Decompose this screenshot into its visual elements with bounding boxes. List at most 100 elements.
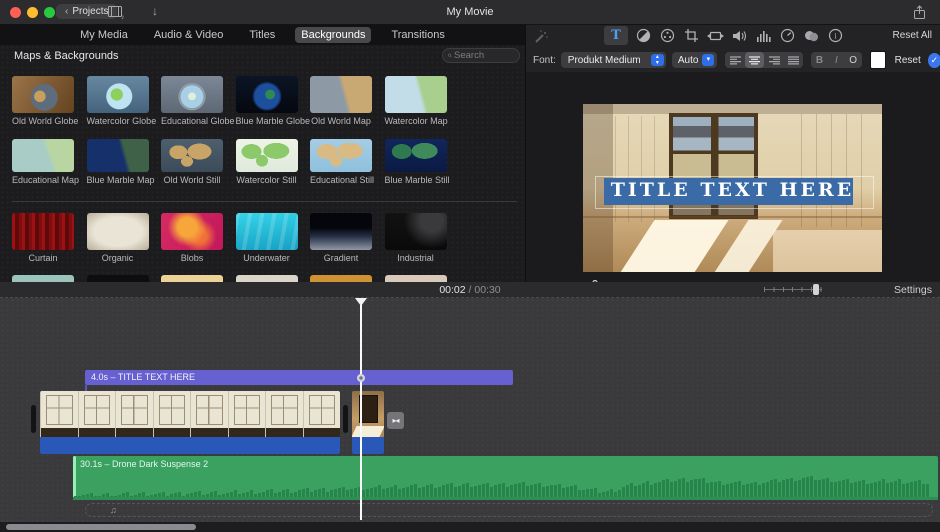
- background-thumb-old-world-map[interactable]: [310, 76, 372, 113]
- timeline[interactable]: 4.0s – TITLE TEXT HERE ▸◂ 30.1s – Drone …: [0, 298, 940, 532]
- crop-icon[interactable]: [683, 27, 700, 44]
- italic-button[interactable]: I: [828, 52, 845, 68]
- justify-button[interactable]: [784, 52, 803, 68]
- background-thumb-blue-marble-still[interactable]: [385, 139, 447, 172]
- viewer: TITLE TEXT HERE: [526, 72, 940, 282]
- background-item: Industrial: [385, 213, 447, 263]
- apply-check-button[interactable]: ✓: [928, 53, 940, 68]
- background-thumb-curtain[interactable]: [12, 213, 74, 250]
- tab-titles[interactable]: Titles: [243, 27, 281, 43]
- outline-button[interactable]: O: [845, 52, 862, 68]
- background-thumb-watercolor-globe[interactable]: [87, 76, 149, 113]
- background-thumb-old-world-globe[interactable]: [12, 76, 74, 113]
- share-icon[interactable]: [913, 5, 926, 20]
- tab-backgrounds[interactable]: Backgrounds: [295, 27, 371, 43]
- background-thumb-industrial[interactable]: [385, 213, 447, 250]
- align-left-button[interactable]: [725, 52, 744, 68]
- background-thumb[interactable]: [236, 275, 298, 282]
- bold-button[interactable]: B: [811, 52, 828, 68]
- background-thumb-label: Underwater: [236, 253, 298, 263]
- background-item: Old World Still: [161, 139, 223, 185]
- video-clip[interactable]: [352, 391, 384, 454]
- trim-handle-right[interactable]: [343, 405, 348, 433]
- background-thumb-watercolor-still[interactable]: [236, 139, 298, 172]
- background-thumb[interactable]: [385, 275, 447, 282]
- background-music-clip[interactable]: 30.1s – Drone Dark Suspense 2: [73, 456, 938, 500]
- background-thumb-blobs[interactable]: [161, 213, 223, 250]
- noise-reduction-icon[interactable]: [755, 27, 772, 44]
- tab-transitions[interactable]: Transitions: [385, 27, 450, 43]
- transition-icon[interactable]: ▸◂: [387, 412, 404, 429]
- background-thumb[interactable]: [12, 275, 74, 282]
- reset-button[interactable]: Reset: [895, 55, 921, 66]
- preview-video-frame[interactable]: TITLE TEXT HERE: [583, 104, 882, 272]
- background-thumb-educational-still[interactable]: [310, 139, 372, 172]
- text-color-swatch[interactable]: [870, 51, 886, 69]
- chevron-down-icon: ▾: [702, 54, 714, 66]
- info-icon[interactable]: i: [827, 27, 844, 44]
- stabilization-icon[interactable]: [707, 27, 724, 44]
- timeline-settings-button[interactable]: Settings: [894, 284, 932, 296]
- background-thumb-label: Blue Marble Still: [385, 175, 447, 185]
- scrollbar-thumb[interactable]: [6, 524, 196, 530]
- music-note-icon: ♫: [110, 505, 117, 515]
- background-item: Blue Marble Map: [87, 139, 149, 185]
- background-thumb-old-world-still[interactable]: [161, 139, 223, 172]
- background-thumb-gradient[interactable]: [310, 213, 372, 250]
- background-thumb-educational-map[interactable]: [12, 139, 74, 172]
- tab-audio-video[interactable]: Audio & Video: [148, 27, 230, 43]
- font-size-dropdown[interactable]: Auto▾: [672, 52, 718, 68]
- background-thumb-label: Watercolor Still: [236, 175, 298, 185]
- timeline-scrollbar[interactable]: [0, 522, 940, 532]
- volume-icon[interactable]: [731, 27, 748, 44]
- playhead-marker[interactable]: [355, 298, 367, 306]
- background-thumb-educational-globe[interactable]: [161, 76, 223, 113]
- titlebar: ‹Projects ♪ ↓ My Movie: [0, 0, 940, 25]
- title-clip[interactable]: 4.0s – TITLE TEXT HERE: [85, 370, 513, 385]
- title-settings-icon[interactable]: T: [604, 26, 628, 45]
- search-box[interactable]: [442, 48, 520, 63]
- enhance-wand-icon[interactable]: [533, 29, 549, 45]
- audio-waveform: [74, 473, 937, 497]
- clip-thumbnail: [78, 391, 116, 437]
- color-correction-icon[interactable]: [659, 27, 676, 44]
- stepper-icon: ▲▼: [651, 54, 664, 66]
- color-balance-icon[interactable]: [635, 27, 652, 44]
- background-thumb-blue-marble-globe[interactable]: [236, 76, 298, 113]
- trim-handle-left[interactable]: [31, 405, 36, 433]
- background-item: Blobs: [161, 213, 223, 263]
- background-thumb-blue-marble-map[interactable]: [87, 139, 149, 172]
- speed-icon[interactable]: [779, 27, 796, 44]
- playhead-line[interactable]: [360, 298, 362, 520]
- zoom-slider-handle[interactable]: [813, 284, 819, 295]
- wall-paneling: [801, 114, 876, 227]
- background-thumb-label: Industrial: [385, 253, 447, 263]
- background-thumb-label: Blue Marble Map: [87, 175, 149, 185]
- music-drop-zone[interactable]: ♫: [85, 503, 933, 517]
- audio-clip-label: 30.1s – Drone Dark Suspense 2: [80, 459, 938, 469]
- align-right-button[interactable]: [764, 52, 783, 68]
- background-thumb-underwater[interactable]: [236, 213, 298, 250]
- text-style-group: B I O: [811, 52, 861, 68]
- clip-thumbnail: [352, 391, 384, 437]
- background-thumb[interactable]: [87, 275, 149, 282]
- reset-all-button[interactable]: Reset All: [893, 30, 932, 41]
- filters-icon[interactable]: [803, 27, 820, 44]
- timeline-zoom-slider[interactable]: [764, 284, 822, 295]
- background-item: Gradient: [310, 213, 372, 263]
- clip-audio-strip: [40, 437, 340, 454]
- title-overlay-text[interactable]: TITLE TEXT HERE: [583, 179, 882, 201]
- search-input[interactable]: [452, 49, 514, 62]
- clip-thumbnail: [40, 391, 78, 437]
- background-thumb[interactable]: [310, 275, 372, 282]
- font-family-dropdown[interactable]: Produkt Medium ▲▼: [561, 52, 666, 68]
- background-thumb-organic[interactable]: [87, 213, 149, 250]
- background-thumb[interactable]: [161, 275, 223, 282]
- inspector-panel: T i Reset All Font: Produkt Medium ▲▼ Au…: [525, 25, 940, 282]
- align-center-button[interactable]: [745, 52, 764, 68]
- tab-my-media[interactable]: My Media: [74, 27, 134, 43]
- background-thumb-label: Blobs: [161, 253, 223, 263]
- background-thumb-watercolor-map[interactable]: [385, 76, 447, 113]
- video-clip[interactable]: [40, 391, 340, 454]
- clip-thumbnail: [190, 391, 228, 437]
